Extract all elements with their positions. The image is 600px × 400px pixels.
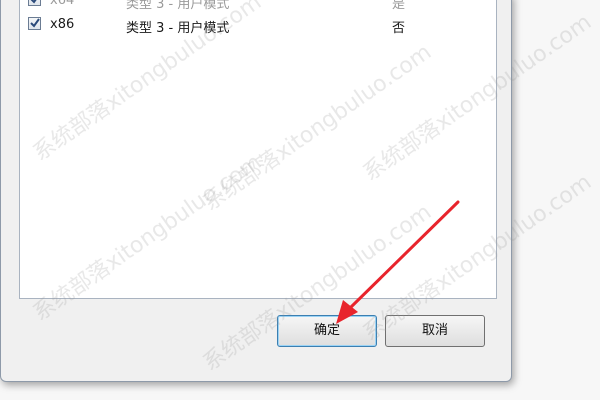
platform-cell: x86 (50, 17, 75, 32)
type-cell: 类型 3 - 用户模式 (126, 21, 230, 36)
dialog-window: x64 类型 3 - 用户模式 是 x86 类型 3 - 用户模式 否 确定 取… (0, 0, 512, 382)
cancel-button[interactable]: 取消 (385, 315, 485, 347)
checkbox-x64[interactable] (28, 0, 41, 6)
check-icon (30, 18, 40, 28)
platform-cell: x64 (50, 0, 75, 8)
driver-list-view[interactable]: x64 类型 3 - 用户模式 是 x86 类型 3 - 用户模式 否 (19, 0, 497, 299)
list-item-x86[interactable]: x86 类型 3 - 用户模式 否 (20, 13, 496, 37)
registered-cell: 否 (392, 21, 406, 36)
registered-cell: 是 (392, 0, 406, 12)
type-cell: 类型 3 - 用户模式 (126, 0, 230, 12)
check-icon (30, 0, 37, 4)
list-item-x64[interactable]: x64 类型 3 - 用户模式 是 (20, 0, 496, 13)
ok-button[interactable]: 确定 (277, 315, 377, 347)
checkbox-x86[interactable] (28, 17, 41, 30)
